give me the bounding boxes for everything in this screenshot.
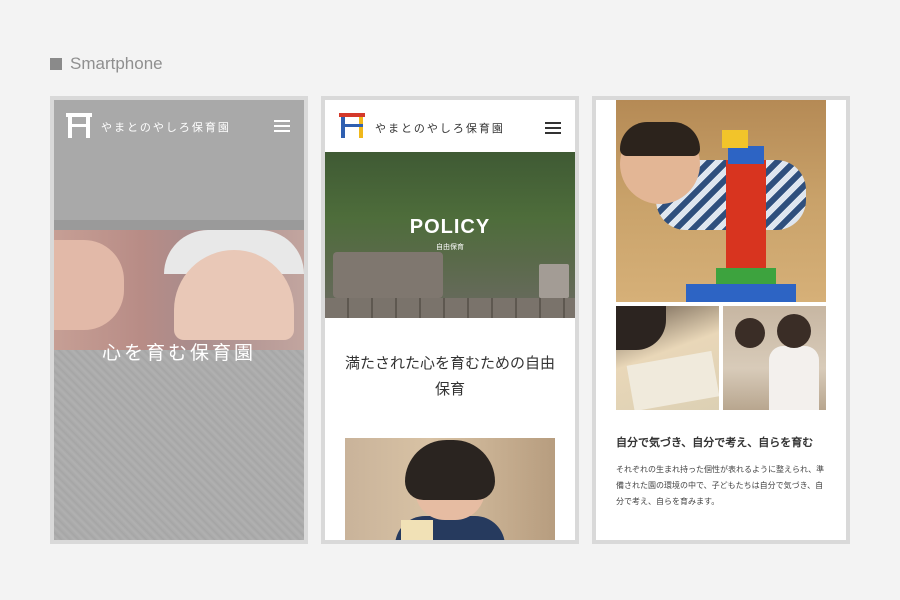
child-drawing-photo xyxy=(616,306,719,410)
section-label: Smartphone xyxy=(50,54,163,74)
phone-screen-policy: やまとのやしろ保育園 POLICY 自由保育 満たされた心を育むための自由保育 xyxy=(325,100,575,540)
policy-hero-title: POLICY xyxy=(409,216,491,238)
phone-screen-home: やまとのやしろ保育園 心を育む保育園 xyxy=(54,100,304,540)
site-logo-text[interactable]: やまとのやしろ保育園 xyxy=(375,120,505,136)
content-body: それぞれの生まれ持った個性が表れるように整えられ、準備された園の環境の中で、子ど… xyxy=(616,465,825,506)
phone-mockup-content: 自分で気づき、自分で考え、自らを育む それぞれの生まれ持った個性が表れるように整… xyxy=(592,96,850,544)
bullet-square-icon xyxy=(50,58,62,70)
content-heading: 自分で気づき、自分で考え、自らを育む xyxy=(616,436,814,449)
phone-mockup-policy: やまとのやしろ保育園 POLICY 自由保育 満たされた心を育むための自由保育 xyxy=(321,96,579,544)
policy-statement: 満たされた心を育むための自由保育 xyxy=(344,354,555,398)
torii-logo-icon[interactable] xyxy=(339,112,365,138)
phone-mockup-home: やまとのやしろ保育園 心を育む保育園 xyxy=(50,96,308,544)
children-playing-photo xyxy=(723,306,826,410)
child-playing-photo xyxy=(345,438,555,540)
hero-photo-wall xyxy=(54,350,304,540)
child-lego-photo xyxy=(616,100,826,302)
hero-headline: 心を育む保育園 xyxy=(101,342,256,364)
policy-hero-subtitle: 自由保育 xyxy=(436,243,464,251)
site-logo-text[interactable]: やまとのやしろ保育園 xyxy=(101,119,231,135)
section-label-text: Smartphone xyxy=(70,54,163,73)
hero-photo-children xyxy=(54,230,304,350)
phone-screen-content: 自分で気づき、自分で考え、自らを育む それぞれの生まれ持った個性が表れるように整… xyxy=(596,100,846,540)
torii-logo-icon[interactable] xyxy=(66,112,92,138)
hamburger-menu-icon[interactable] xyxy=(545,122,561,134)
hamburger-menu-icon[interactable] xyxy=(274,120,290,132)
